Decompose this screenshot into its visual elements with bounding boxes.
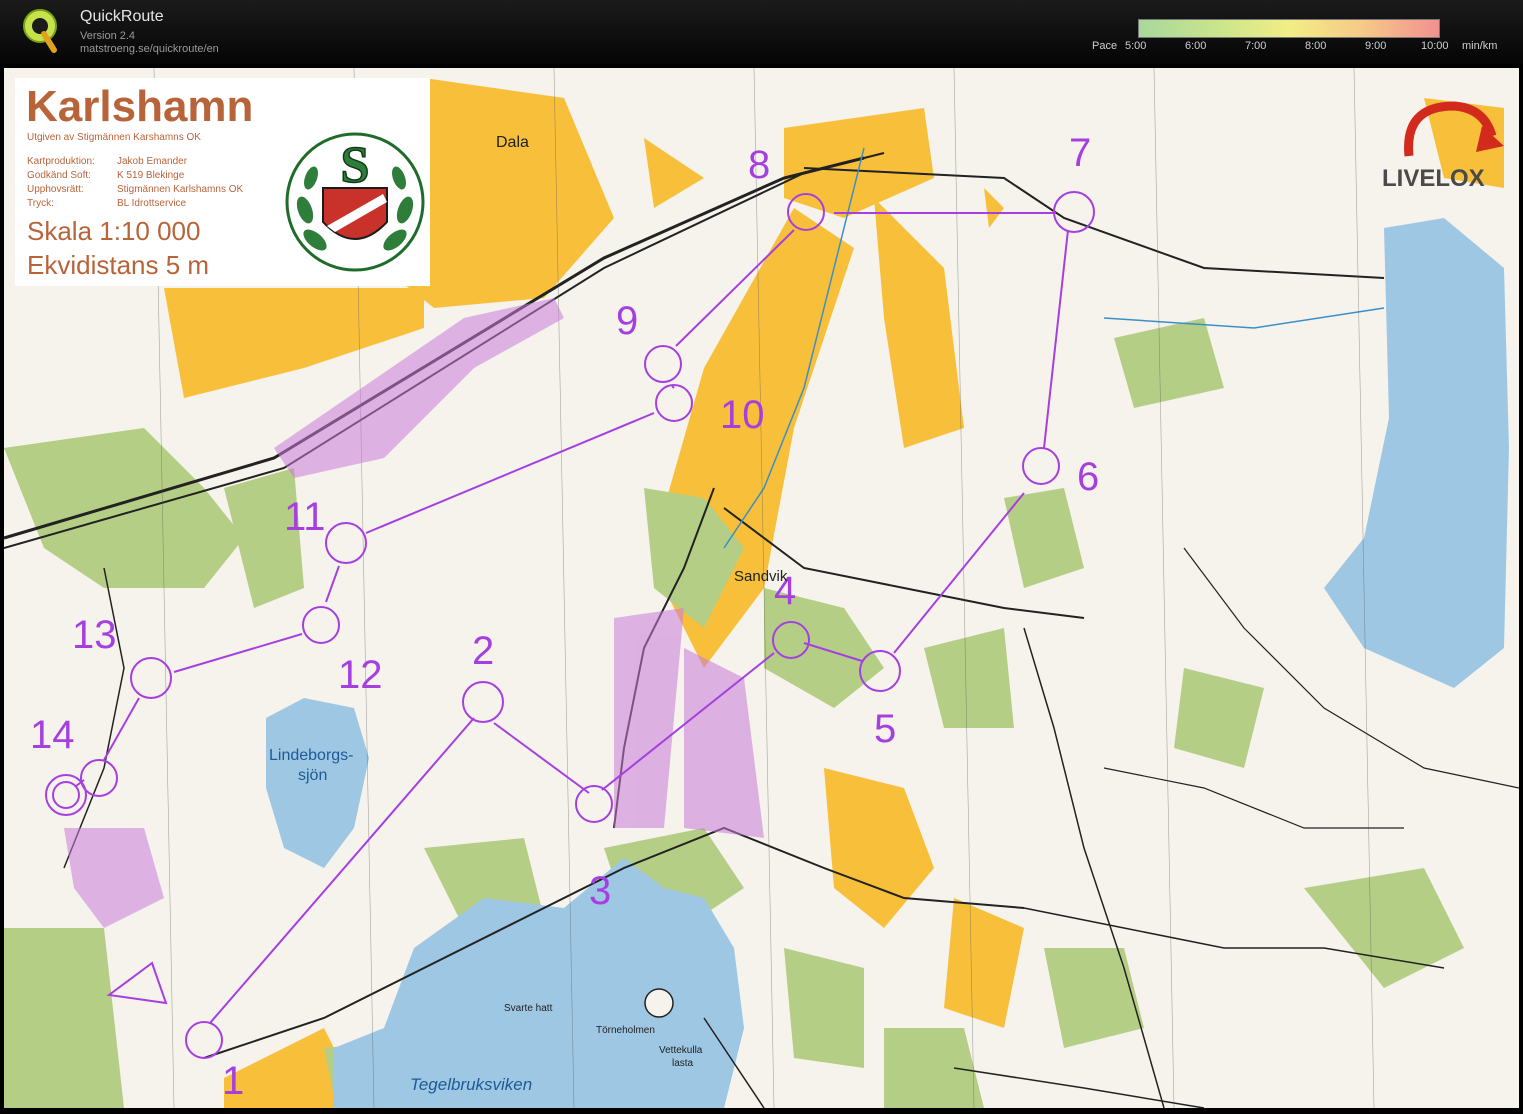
control-number-7: 7: [1069, 131, 1091, 175]
credit-label: Upphovsrätt:: [27, 184, 84, 195]
control-number-13: 13: [72, 613, 117, 657]
livelox-logo-icon: LIVELOX: [1382, 101, 1504, 192]
place-lindeborgs: Lindeborgs-: [269, 747, 354, 764]
pace-tick: 10:00: [1421, 40, 1449, 52]
svg-text:S: S: [341, 137, 370, 194]
app-version: Version 2.4: [80, 30, 136, 42]
quickroute-window: QuickRoute Version 2.4 matstroeng.se/qui…: [0, 0, 1523, 1114]
pace-tick: 6:00: [1185, 40, 1207, 52]
place-sandvik: Sandvik: [734, 568, 788, 585]
place-svarte-hatt: Svarte hatt: [504, 1003, 553, 1014]
place-sjon: sjön: [298, 767, 327, 784]
control-number-12: 12: [338, 653, 383, 697]
credit-label: Godkänd Soft:: [27, 170, 91, 181]
credit-value: Stigmännen Karlshamns OK: [117, 184, 244, 195]
pace-color-scale: [1138, 19, 1440, 38]
pace-label: Pace: [1092, 40, 1118, 52]
app-url[interactable]: matstroeng.se/quickroute/en: [80, 43, 219, 55]
pace-tick: 9:00: [1365, 40, 1387, 52]
map-title: Karlshamn: [26, 82, 254, 131]
control-number-10: 10: [720, 393, 765, 437]
place-torneholmen: Törneholmen: [596, 1025, 655, 1036]
control-number-8: 8: [748, 143, 770, 187]
pace-tick: 7:00: [1245, 40, 1267, 52]
control-number-1: 1: [222, 1059, 244, 1103]
pace-unit: min/km: [1462, 40, 1498, 52]
control-number-9: 9: [616, 299, 638, 343]
credit-value: K 519 Blekinge: [117, 170, 185, 181]
credit-label: Kartproduktion:: [27, 156, 95, 167]
place-lasta: lasta: [672, 1058, 694, 1069]
orienteering-map[interactable]: 1 2 3 4 5 6 7 8 9 10 11 12 13 14 Dala Sa…: [4, 68, 1519, 1108]
control-number-6: 6: [1077, 455, 1099, 499]
control-number-5: 5: [874, 707, 896, 751]
app-title: QuickRoute: [80, 8, 164, 25]
title-bar: QuickRoute Version 2.4 matstroeng.se/qui…: [0, 0, 1523, 64]
credit-label: Tryck:: [27, 198, 54, 209]
club-emblem-icon: S: [285, 132, 425, 272]
pace-tick: 8:00: [1305, 40, 1327, 52]
place-tegelbruksviken: Tegelbruksviken: [410, 1075, 532, 1094]
map-scale: Skala 1:10 000: [27, 216, 201, 246]
map-equidistance: Ekvidistans 5 m: [27, 250, 210, 280]
control-number-3: 3: [589, 869, 611, 913]
place-dala: Dala: [496, 134, 529, 151]
credit-value: BL Idrottservice: [117, 198, 187, 209]
pace-tick: 5:00: [1125, 40, 1147, 52]
control-number-2: 2: [472, 629, 494, 673]
place-vettekulla: Vettekulla: [659, 1045, 703, 1056]
map-publisher: Utgiven av Stigmännen Karshamns OK: [27, 132, 201, 143]
credit-value: Jakob Emander: [117, 156, 188, 167]
control-number-14: 14: [30, 713, 75, 757]
livelox-text: LIVELOX: [1382, 165, 1485, 192]
map-legend: Karlshamn Utgiven av Stigmännen Karshamn…: [15, 78, 430, 286]
quickroute-logo-icon: [23, 9, 57, 53]
control-number-11: 11: [284, 495, 326, 539]
